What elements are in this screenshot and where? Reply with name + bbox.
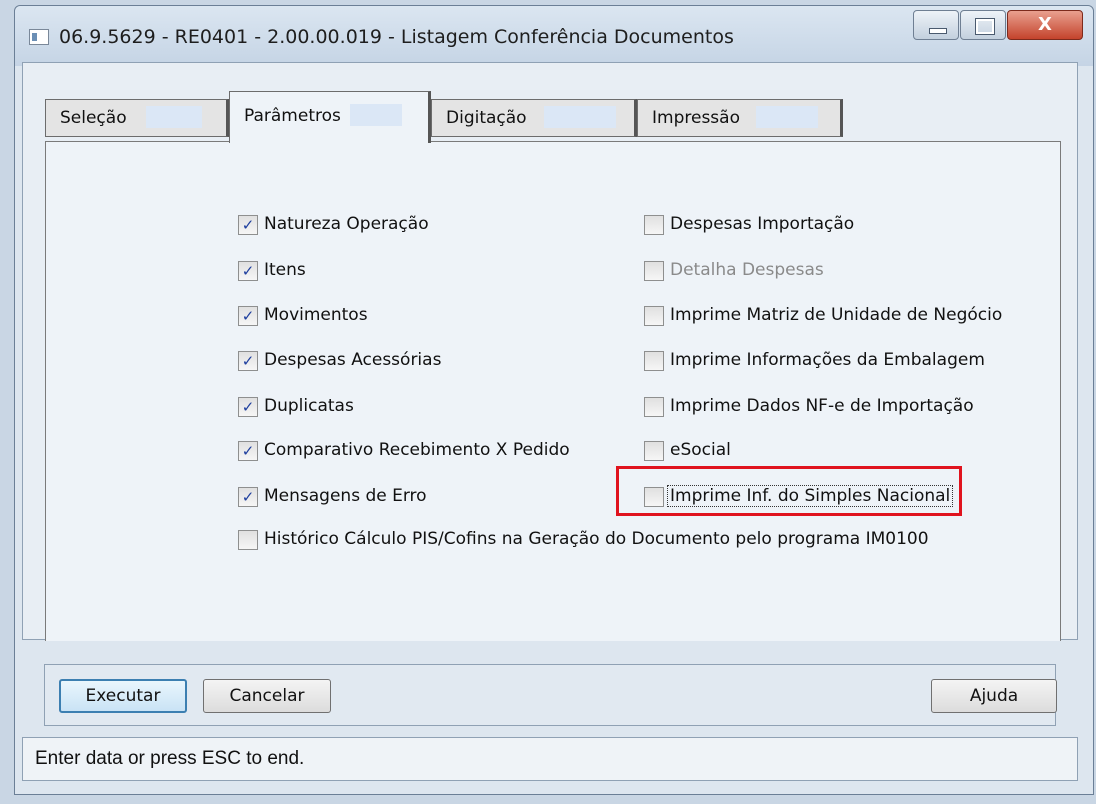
checkbox[interactable]: ✓ bbox=[238, 306, 258, 326]
status-bar: Enter data or press ESC to end. bbox=[22, 737, 1078, 781]
close-button[interactable]: X bbox=[1007, 10, 1083, 40]
tab-selecao[interactable]: Seleção bbox=[45, 99, 229, 137]
option-label: Imprime Matriz de Unidade de Negócio bbox=[670, 305, 1003, 325]
option-label: Histórico Cálculo PIS/Cofins na Geração … bbox=[264, 529, 929, 549]
cancel-button[interactable]: Cancelar bbox=[203, 679, 331, 713]
title-bar[interactable]: 06.9.5629 - RE0401 - 2.00.00.019 - Lista… bbox=[15, 6, 1093, 66]
option-label: Comparativo Recebimento X Pedido bbox=[264, 440, 570, 460]
option-label: Natureza Operação bbox=[264, 214, 429, 234]
tab-label: Impressão bbox=[652, 108, 740, 128]
option-label: Duplicatas bbox=[264, 396, 354, 416]
checkbox[interactable] bbox=[644, 215, 664, 235]
tab-impressao[interactable]: Impressão bbox=[637, 99, 843, 137]
option-label: Mensagens de Erro bbox=[264, 486, 427, 506]
tab-slot bbox=[350, 104, 402, 126]
checkbox[interactable] bbox=[644, 351, 664, 371]
tab-slot bbox=[756, 106, 818, 128]
checkbox[interactable]: ✓ bbox=[238, 215, 258, 235]
highlight-annotation bbox=[616, 466, 962, 516]
option-label: Despesas Importação bbox=[670, 214, 855, 234]
checkbox[interactable]: ✓ bbox=[238, 487, 258, 507]
checkbox[interactable]: ✓ bbox=[238, 351, 258, 371]
checkbox[interactable] bbox=[644, 397, 664, 417]
maximize-icon bbox=[975, 18, 995, 35]
execute-button[interactable]: Executar bbox=[59, 679, 187, 713]
maximize-button[interactable] bbox=[960, 10, 1006, 40]
tab-parametros[interactable]: Parâmetros bbox=[229, 91, 431, 143]
checkbox[interactable]: ✓ bbox=[238, 261, 258, 281]
checkbox[interactable]: ✓ bbox=[238, 397, 258, 417]
app-icon[interactable] bbox=[29, 29, 49, 45]
help-button[interactable]: Ajuda bbox=[931, 679, 1057, 713]
close-icon: X bbox=[1038, 14, 1052, 35]
option-label: Despesas Acessórias bbox=[264, 350, 442, 370]
option-label: Movimentos bbox=[264, 305, 368, 325]
option-label: Itens bbox=[264, 260, 306, 280]
status-text: Enter data or press ESC to end. bbox=[35, 748, 305, 769]
tab-label: Parâmetros bbox=[244, 106, 341, 126]
checkbox[interactable] bbox=[644, 306, 664, 326]
button-bar: Executar Cancelar Ajuda bbox=[44, 664, 1057, 726]
minimize-icon bbox=[929, 28, 947, 34]
tab-slot bbox=[544, 106, 616, 128]
checkbox bbox=[644, 261, 664, 281]
tab-slot bbox=[146, 106, 202, 128]
tab-label: Digitação bbox=[446, 108, 527, 128]
parametros-panel bbox=[45, 141, 1061, 641]
checkbox[interactable]: ✓ bbox=[238, 441, 258, 461]
option-label: eSocial bbox=[670, 440, 731, 460]
minimize-button[interactable] bbox=[913, 10, 959, 40]
checkbox[interactable] bbox=[238, 530, 258, 550]
checkbox[interactable] bbox=[644, 441, 664, 461]
tab-label: Seleção bbox=[60, 108, 127, 128]
option-label: Detalha Despesas bbox=[670, 260, 824, 280]
tab-digitacao[interactable]: Digitação bbox=[431, 99, 637, 137]
window-title: 06.9.5629 - RE0401 - 2.00.00.019 - Lista… bbox=[59, 26, 734, 48]
option-label: Imprime Dados NF-e de Importação bbox=[670, 396, 974, 416]
option-label: Imprime Informações da Embalagem bbox=[670, 350, 985, 370]
